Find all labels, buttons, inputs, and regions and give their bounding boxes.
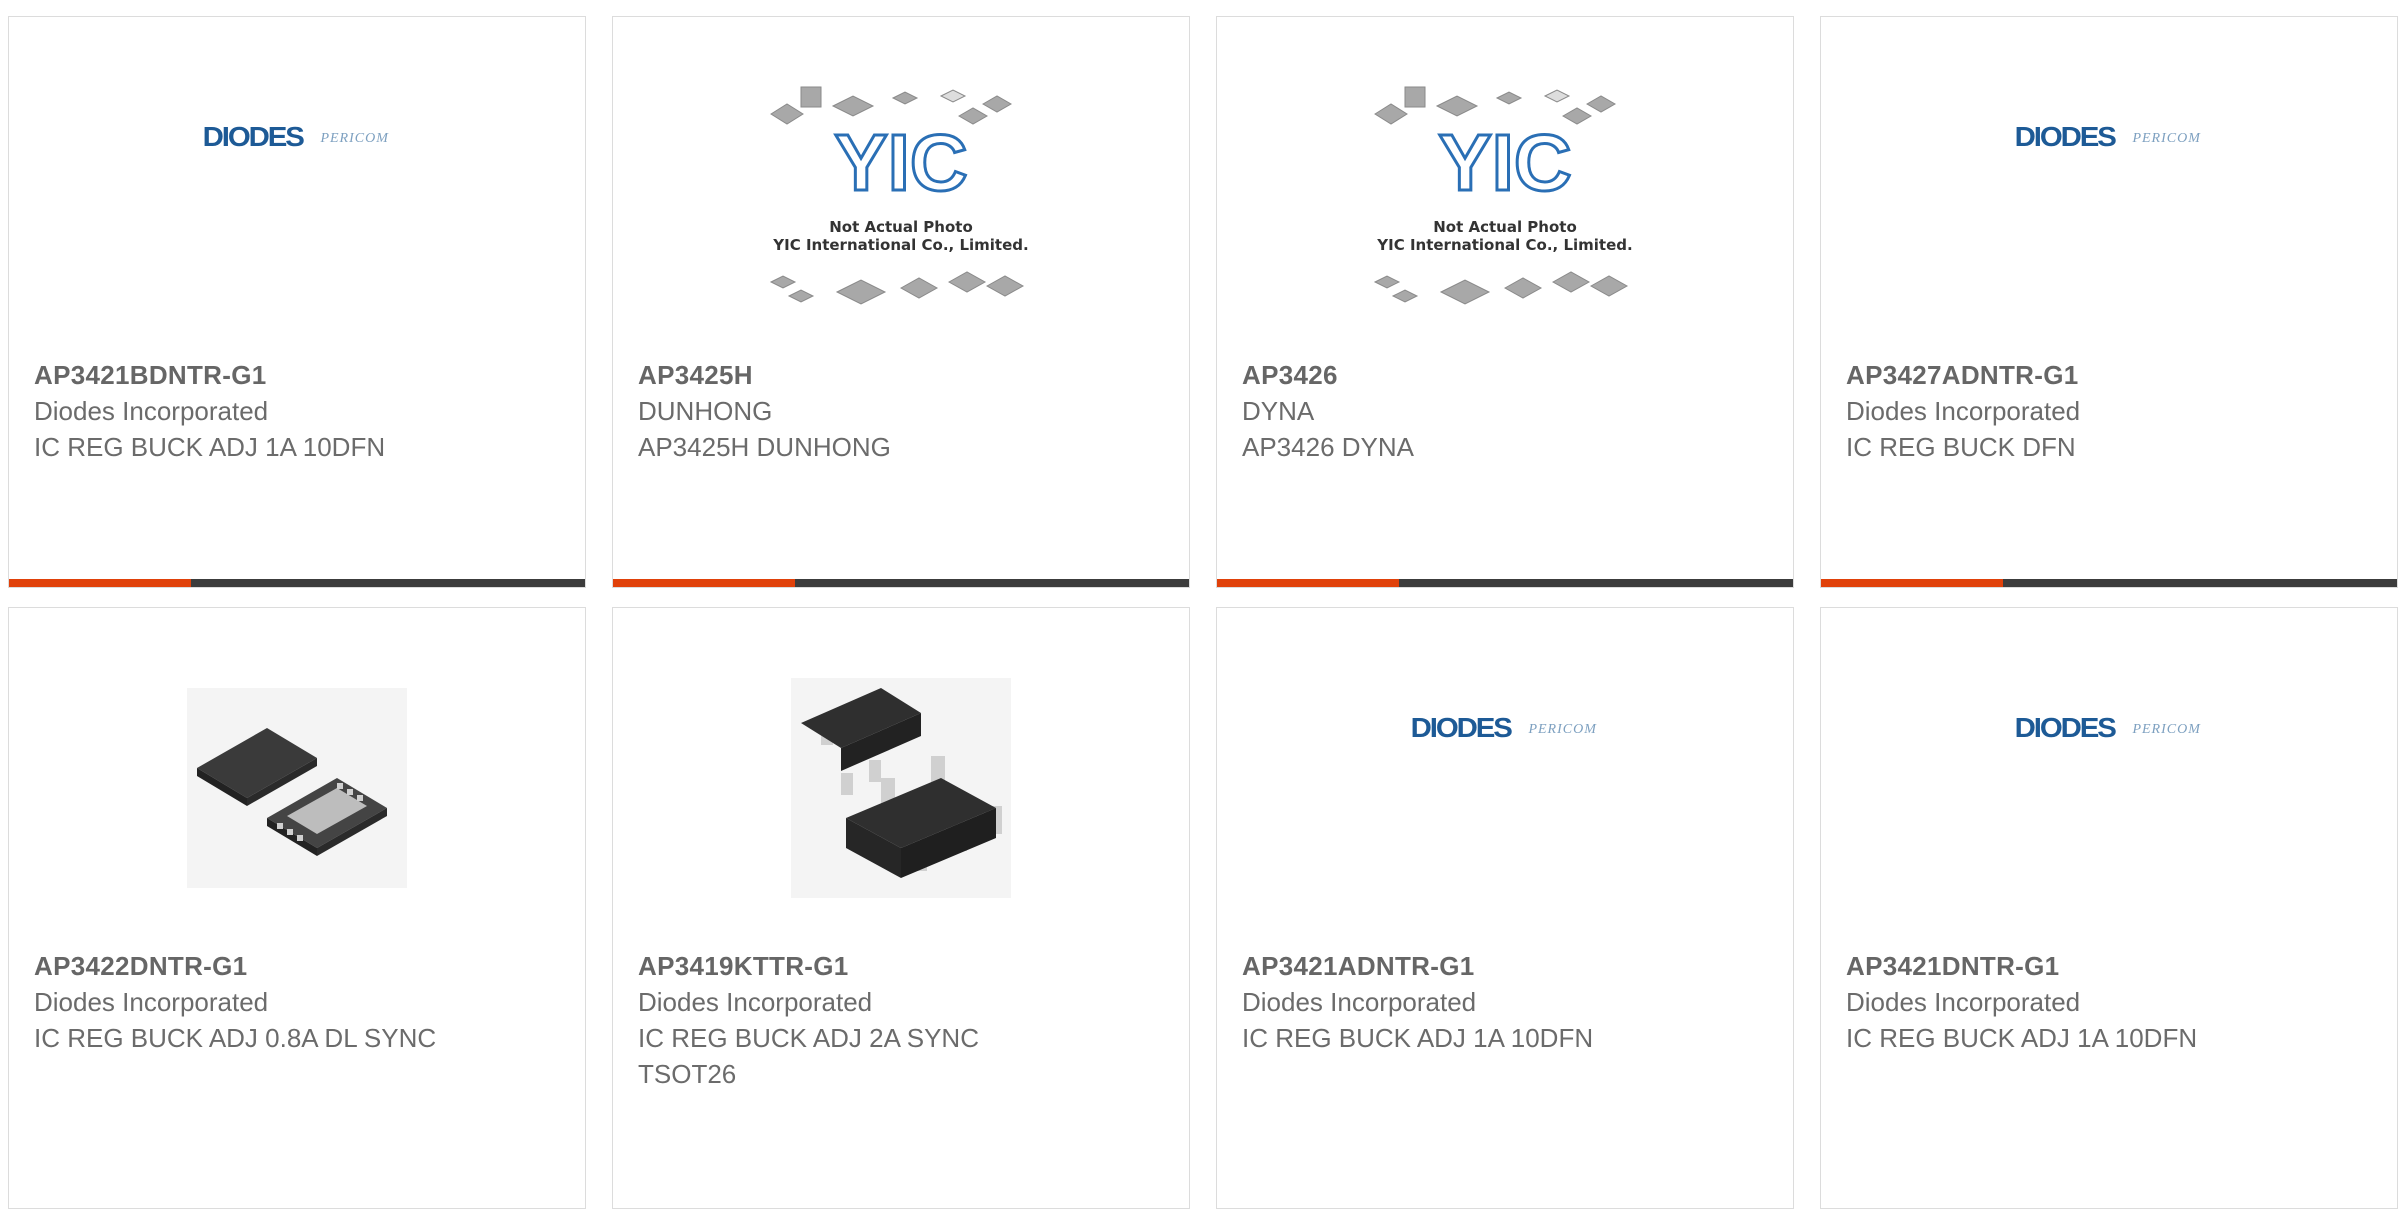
part-number-link[interactable]: AP3421ADNTR-G1 [1242,948,1753,984]
part-number-link[interactable]: AP3425H [638,357,1149,393]
product-info: AP3421DNTR-G1 Diodes Incorporated IC REG… [1846,948,2357,1056]
product-description: IC REG BUCK ADJ 1A 10DFN [34,432,386,462]
product-description: AP3425H DUNHONG [638,432,891,462]
product-image[interactable] [613,668,1189,908]
product-card[interactable]: AP3419KTTR-G1 Diodes Incorporated IC REG… [612,607,1190,1209]
product-description: IC REG BUCK ADJ 1A 10DFN [1846,1023,2198,1053]
product-description: IC REG BUCK ADJ 2A SYNC TSOT26 [638,1023,979,1089]
yic-note-line-2: YIC International Co., Limited. [772,236,1028,254]
manufacturer-name: Diodes Incorporated [638,987,873,1017]
card-accent-bar [9,579,191,587]
diodes-pericom-logo: DIODES PERICOM [202,121,389,152]
manufacturer-name: Diodes Incorporated [1846,987,2081,1017]
manufacturer-name: Diodes Incorporated [1846,396,2081,426]
product-image[interactable] [9,668,585,908]
card-bottom-bar [9,579,585,587]
yic-note-line-2: YIC International Co., Limited. [1376,236,1632,254]
part-number-link[interactable]: AP3426 [1242,357,1753,393]
product-card[interactable]: DIODES PERICOM AP3427ADNTR-G1 Diodes Inc… [1820,16,2398,588]
product-description: IC REG BUCK DFN [1846,432,2076,462]
product-image[interactable]: YIC Not Actual Photo YIC International C… [1217,77,1793,317]
manufacturer-name: Diodes Incorporated [34,987,269,1017]
product-info: AP3425H DUNHONG AP3425H DUNHONG [638,357,1149,465]
card-accent-bar [1821,579,2003,587]
yic-placeholder-image: YIC Not Actual Photo YIC International C… [1365,82,1645,312]
part-number-link[interactable]: AP3427ADNTR-G1 [1846,357,2357,393]
yic-logo: YIC [834,118,967,207]
card-bottom-bar [613,579,1189,587]
yic-logo: YIC [1438,118,1571,207]
manufacturer-name: DYNA [1242,396,1315,426]
tsot26-package-photo-icon [791,678,1011,898]
part-number-link[interactable]: AP3422DNTR-G1 [34,948,545,984]
chip-packages-icon: YIC Not Actual Photo YIC International C… [769,86,1029,305]
product-image[interactable]: DIODES PERICOM [9,77,585,317]
chip-packages-icon: YIC Not Actual Photo YIC International C… [1373,86,1633,305]
product-description: AP3426 DYNA [1242,432,1414,462]
product-card[interactable]: AP3422DNTR-G1 Diodes Incorporated IC REG… [8,607,586,1209]
product-info: AP3422DNTR-G1 Diodes Incorporated IC REG… [34,948,545,1056]
card-accent-bar [613,579,795,587]
manufacturer-name: DUNHONG [638,396,773,426]
part-number-link[interactable]: AP3421DNTR-G1 [1846,948,2357,984]
diodes-pericom-logo: DIODES PERICOM [2014,712,2201,743]
diodes-pericom-logo: DIODES PERICOM [1410,712,1597,743]
card-bottom-bar [1217,579,1793,587]
card-bottom-bar [1821,579,2397,587]
diodes-pericom-logo: DIODES PERICOM [2014,121,2201,152]
product-card[interactable]: DIODES PERICOM AP3421BDNTR-G1 Diodes Inc… [8,16,586,588]
yic-placeholder-image: YIC Not Actual Photo YIC International C… [761,82,1041,312]
part-number-link[interactable]: AP3421BDNTR-G1 [34,357,545,393]
dfn-package-photo-icon [187,688,407,888]
product-info: AP3421BDNTR-G1 Diodes Incorporated IC RE… [34,357,545,465]
product-image[interactable]: DIODES PERICOM [1821,668,2397,908]
product-info: AP3421ADNTR-G1 Diodes Incorporated IC RE… [1242,948,1753,1056]
product-card[interactable]: DIODES PERICOM AP3421ADNTR-G1 Diodes Inc… [1216,607,1794,1209]
yic-note-line-1: Not Actual Photo [1433,218,1577,236]
product-card[interactable]: DIODES PERICOM AP3421DNTR-G1 Diodes Inco… [1820,607,2398,1209]
card-accent-bar [1217,579,1399,587]
product-info: AP3427ADNTR-G1 Diodes Incorporated IC RE… [1846,357,2357,465]
product-description: IC REG BUCK ADJ 1A 10DFN [1242,1023,1594,1053]
manufacturer-name: Diodes Incorporated [34,396,269,426]
product-description: IC REG BUCK ADJ 0.8A DL SYNC [34,1023,437,1053]
product-image[interactable]: YIC Not Actual Photo YIC International C… [613,77,1189,317]
product-image[interactable]: DIODES PERICOM [1217,668,1793,908]
product-image[interactable]: DIODES PERICOM [1821,77,2397,317]
manufacturer-name: Diodes Incorporated [1242,987,1477,1017]
product-grid: DIODES PERICOM AP3421BDNTR-G1 Diodes Inc… [8,16,2398,1209]
product-info: AP3426 DYNA AP3426 DYNA [1242,357,1753,465]
product-card[interactable]: YIC Not Actual Photo YIC International C… [1216,16,1794,588]
part-number-link[interactable]: AP3419KTTR-G1 [638,948,1149,984]
product-card[interactable]: YIC Not Actual Photo YIC International C… [612,16,1190,588]
yic-note-line-1: Not Actual Photo [829,218,973,236]
product-info: AP3419KTTR-G1 Diodes Incorporated IC REG… [638,948,1149,1092]
